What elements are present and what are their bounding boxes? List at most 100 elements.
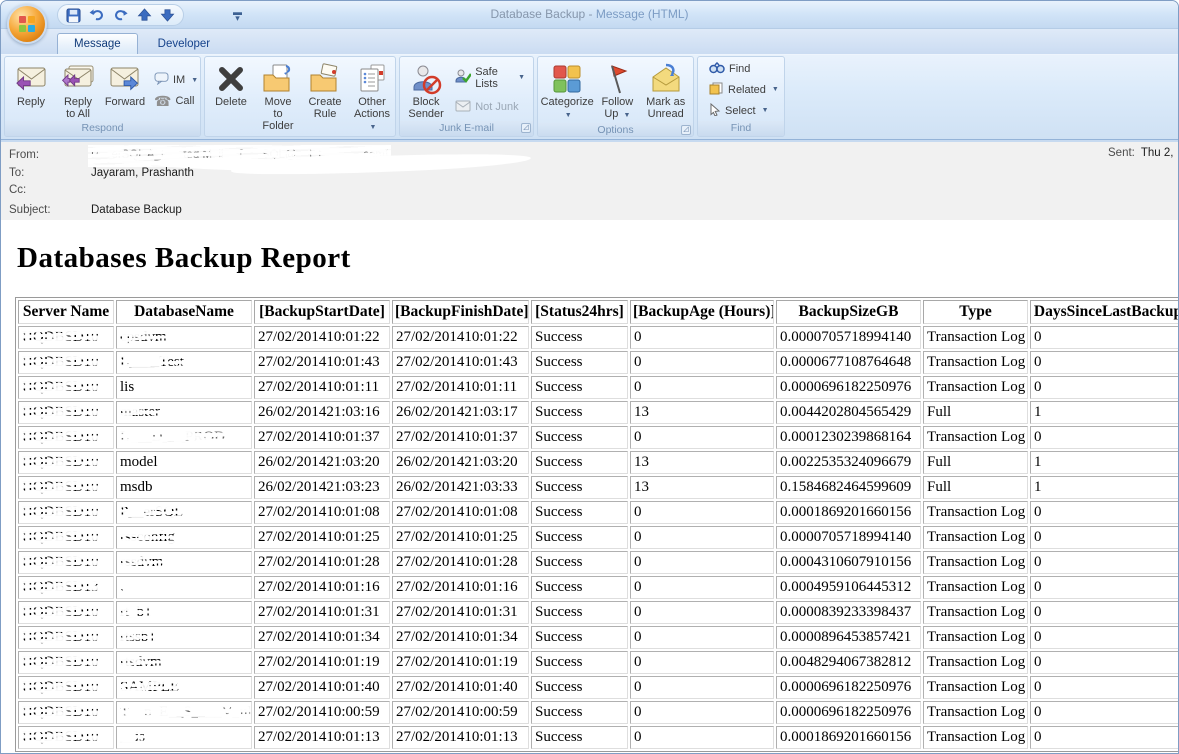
cell-days-since: 0 — [1030, 701, 1179, 724]
cell-backup-finish-date: 26/02/201421:03:17 — [392, 401, 529, 424]
cell-days-since: 0 — [1030, 426, 1179, 449]
cell-backup-age: 0 — [630, 376, 774, 399]
safe-lists-button[interactable]: Safe Lists▼ — [452, 65, 528, 91]
cell-status: Success — [531, 451, 628, 474]
group-options: Categorize▼ Follow Up ▼ Mark as Unread O… — [537, 56, 694, 137]
forward-icon — [108, 62, 142, 96]
cell-status: Success — [531, 476, 628, 499]
cell-days-since: 0 — [1030, 376, 1179, 399]
cell-database-name: rt_b1 — [116, 601, 252, 624]
cell-backup-finish-date: 27/02/201410:00:59 — [392, 701, 529, 724]
cell-backup-age: 0 — [630, 501, 774, 524]
cell-days-since: 0 — [1030, 726, 1179, 749]
reply-to-all-button[interactable]: Reply to All — [55, 59, 101, 121]
report-table-body: HQDBSD10 cpsdvm 27/02/201410:01:22 27/02… — [18, 326, 1179, 749]
cell-server-name: HQDBSD10 — [18, 501, 114, 524]
tab-message[interactable]: Message — [57, 33, 138, 54]
find-button[interactable]: Find — [706, 61, 781, 78]
cell-backup-size: 0.0004310607910156 — [776, 551, 921, 574]
report-title: Databases Backup Report — [17, 242, 1178, 275]
mark-as-unread-button[interactable]: Mark as Unread — [641, 59, 690, 123]
tab-developer[interactable]: Developer — [142, 34, 226, 54]
cell-backup-size: 0.0000696182250976 — [776, 376, 921, 399]
cell-backup-start-date: 27/02/201410:01:22 — [254, 326, 390, 349]
table-row: HQDBSD10 master 26/02/201421:03:16 26/02… — [18, 401, 1179, 424]
group-label-find: Find — [698, 121, 784, 136]
cell-backup-size: 0.0004959106445312 — [776, 576, 921, 599]
cell-status: Success — [531, 426, 628, 449]
cell-status: Success — [531, 501, 628, 524]
cell-server-name: HQDBSD10 — [18, 476, 114, 499]
cell-server-name: HQDBSD10 — [18, 551, 114, 574]
move-to-folder-button[interactable]: Move to Folder ▼ — [255, 59, 301, 137]
call-button[interactable]: ☎ Call▼ — [151, 93, 201, 109]
related-icon — [709, 82, 724, 98]
cell-days-since: 0 — [1030, 651, 1179, 674]
cell-server-name: HQDBSD10 — [18, 401, 114, 424]
cell-server-name: HQDBSD10 — [18, 376, 114, 399]
create-rule-button[interactable]: Create Rule — [302, 59, 348, 137]
select-button[interactable]: Select▼ — [706, 102, 781, 120]
junk-dialog-launcher-icon[interactable]: ◿ — [521, 123, 531, 133]
mark-as-unread-icon — [649, 62, 683, 96]
cell-status: Success — [531, 351, 628, 374]
categorize-button[interactable]: Categorize▼ — [541, 59, 593, 123]
office-button[interactable] — [7, 4, 47, 44]
cell-database-name: rssdvm — [116, 551, 252, 574]
table-row: HQDBSD10 rssdvm 27/02/201410:01:28 27/02… — [18, 551, 1179, 574]
cell-days-since: 0 — [1030, 326, 1179, 349]
cell-backup-finish-date: 27/02/201410:01:08 — [392, 501, 529, 524]
cell-backup-start-date: 27/02/201410:01:08 — [254, 501, 390, 524]
cell-status: Success — [531, 401, 628, 424]
cell-backup-start-date: 27/02/201410:01:43 — [254, 351, 390, 374]
reply-button[interactable]: Reply — [8, 59, 54, 121]
group-find: Find Related▼ Select▼ Find — [697, 56, 785, 137]
cell-status: Success — [531, 651, 628, 674]
related-button[interactable]: Related▼ — [706, 81, 781, 99]
block-sender-button[interactable]: Block Sender — [403, 59, 449, 121]
to-row: To: Jayaram, Prashanth — [9, 165, 1170, 183]
follow-up-button[interactable]: Follow Up ▼ — [594, 59, 640, 123]
options-dialog-launcher-icon[interactable]: ◿ — [681, 125, 691, 135]
col-backup-age: [BackupAge (Hours)] — [630, 300, 774, 324]
message-body: Databases Backup Report Server Name Data… — [1, 220, 1178, 754]
cc-row: Cc: — [9, 182, 1170, 200]
subject-label: Subject: — [9, 202, 91, 220]
cell-backup-start-date: 27/02/201410:01:28 — [254, 551, 390, 574]
cell-backup-size: 0.1584682464599609 — [776, 476, 921, 499]
cell-backup-finish-date: 27/02/201410:01:31 — [392, 601, 529, 624]
title-bar: ▬▾ Database Backup - Message (HTML) — [1, 1, 1178, 29]
cell-database-name: msdb — [116, 476, 252, 499]
to-label: To: — [9, 165, 91, 183]
other-actions-icon — [357, 62, 387, 96]
cell-backup-start-date: 27/02/201410:01:37 — [254, 426, 390, 449]
cell-backup-age: 13 — [630, 451, 774, 474]
other-actions-button[interactable]: Other Actions ▼ — [349, 59, 395, 137]
cell-backup-age: 0 — [630, 551, 774, 574]
cell-type: Transaction Log — [923, 576, 1028, 599]
move-to-folder-icon — [261, 62, 295, 96]
cell-backup-size: 0.0001869201660156 — [776, 726, 921, 749]
im-icon — [154, 72, 169, 88]
cell-server-name: HQDBSD10 — [18, 526, 114, 549]
forward-button[interactable]: Forward — [102, 59, 148, 121]
cell-server-name: HQDBSD10 — [18, 676, 114, 699]
cell-backup-start-date: 27/02/201410:01:25 — [254, 526, 390, 549]
cell-server-name: HQDBSD10 — [18, 351, 114, 374]
cell-backup-start-date: 26/02/201421:03:16 — [254, 401, 390, 424]
cell-backup-finish-date: 27/02/201410:01:37 — [392, 426, 529, 449]
cell-type: Transaction Log — [923, 551, 1028, 574]
cell-days-since: 0 — [1030, 351, 1179, 374]
cell-server-name: HQDBSD10 — [18, 601, 114, 624]
delete-button[interactable]: Delete — [208, 59, 254, 137]
cell-database-name: rtsdvm — [116, 651, 252, 674]
cell-backup-size: 0.0001869201660156 — [776, 501, 921, 524]
cell-type: Full — [923, 451, 1028, 474]
cell-backup-finish-date: 27/02/201410:01:34 — [392, 626, 529, 649]
cell-backup-finish-date: 26/02/201421:03:33 — [392, 476, 529, 499]
cell-backup-start-date: 27/02/201410:01:34 — [254, 626, 390, 649]
cell-server-name: HQDBSD10 — [18, 726, 114, 749]
im-button[interactable]: IM▼ — [151, 71, 201, 89]
cell-backup-age: 13 — [630, 401, 774, 424]
cell-type: Transaction Log — [923, 501, 1028, 524]
